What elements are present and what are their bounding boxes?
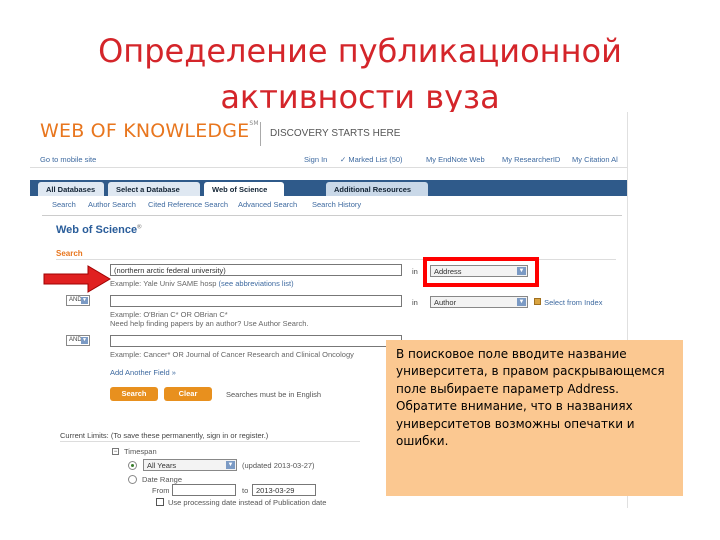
operator-value-row3: AND: [69, 337, 82, 343]
use-processing-label: Use processing date instead of Publicati…: [168, 498, 327, 507]
logo-text: WEB OF KNOWLEDGE: [40, 120, 250, 142]
date-range-label: Date Range: [142, 475, 183, 484]
chevron-down-icon: ▼: [226, 461, 235, 469]
clear-button[interactable]: Clear: [164, 387, 212, 401]
marked-list-link[interactable]: ✓ Marked List (50): [340, 155, 403, 164]
subtab-author-search[interactable]: Author Search: [88, 200, 136, 209]
tagline: DISCOVERY STARTS HERE: [270, 128, 401, 139]
current-limits-title: Current Limits: (To save these permanent…: [60, 431, 269, 440]
subtab-cited-reference[interactable]: Cited Reference Search: [148, 200, 228, 209]
tab-all-databases[interactable]: All Databases: [38, 182, 104, 196]
search-button[interactable]: Search: [110, 387, 158, 401]
to-date-input[interactable]: 2013-03-29: [252, 484, 316, 496]
page-title: Web of Science®: [56, 224, 142, 236]
subtabs-divider: [42, 215, 622, 216]
limits-divider: [60, 441, 360, 442]
english-note: Searches must be in English: [226, 390, 322, 399]
endnote-link[interactable]: My EndNote Web: [426, 155, 485, 164]
abbreviations-link[interactable]: (see abbreviations list): [219, 279, 294, 288]
updated-note: (updated 2013-03-27): [242, 461, 315, 470]
all-years-value: All Years: [147, 461, 177, 470]
researcherid-link[interactable]: My ResearcherID: [502, 155, 560, 164]
field-select-author-value: Author: [434, 298, 457, 307]
chevron-down-icon: ▼: [81, 297, 88, 304]
in-label-row1: in: [412, 267, 418, 276]
operator-select-row3[interactable]: AND ▼: [66, 335, 90, 346]
citation-alerts-link[interactable]: My Citation Al: [572, 155, 618, 164]
search-section-label: Search: [56, 249, 83, 258]
instruction-callout: В поисковое поле вводите название универ…: [386, 340, 683, 496]
search-input-topic[interactable]: (northern arctic federal university): [110, 264, 402, 276]
tab-select-database[interactable]: Select a Database: [108, 182, 200, 196]
logo-mark: SM: [249, 120, 259, 127]
search-input-author[interactable]: [110, 295, 402, 307]
from-label: From: [152, 486, 170, 495]
use-processing-checkbox[interactable]: [156, 498, 164, 506]
example-row1-text: Example: Yale Univ SAME hosp: [110, 279, 217, 288]
example-row3: Example: Cancer* OR Journal of Cancer Re…: [110, 350, 354, 359]
sign-in-link[interactable]: Sign In: [304, 155, 327, 164]
header-divider: [260, 122, 261, 146]
book-icon: [534, 298, 541, 305]
chevron-down-icon: ▼: [517, 298, 526, 306]
example-row2-line1: Example: O'Brian C* OR OBrian C*: [110, 310, 228, 319]
to-label: to: [242, 486, 249, 495]
page-title-mark: ®: [137, 224, 142, 231]
address-highlight-frame: [423, 257, 539, 287]
header: WEB OF KNOWLEDGESM DISCOVERY STARTS HERE: [30, 112, 627, 152]
red-arrow-icon: [43, 265, 111, 293]
slide-title: Определение публикационной активности ву…: [98, 32, 622, 116]
operator-value-row2: AND: [69, 297, 82, 303]
select-from-index-label: Select from Index: [544, 298, 603, 307]
subtab-search[interactable]: Search: [52, 200, 76, 209]
all-years-select[interactable]: All Years ▼: [143, 459, 237, 471]
operator-select-row2[interactable]: AND ▼: [66, 295, 90, 306]
search-input-publication[interactable]: [110, 335, 402, 347]
field-select-author[interactable]: Author ▼: [430, 296, 528, 308]
page-title-text: Web of Science: [56, 224, 138, 236]
date-range-radio[interactable]: [128, 475, 137, 484]
database-tabs: All Databases Select a Database Web of S…: [30, 180, 627, 196]
subtab-advanced-search[interactable]: Advanced Search: [238, 200, 297, 209]
tab-additional-resources[interactable]: Additional Resources: [326, 182, 428, 196]
collapse-icon[interactable]: −: [112, 448, 119, 455]
logo[interactable]: WEB OF KNOWLEDGESM: [40, 120, 259, 142]
add-another-field-link[interactable]: Add Another Field »: [110, 368, 176, 377]
tab-web-of-science[interactable]: Web of Science: [204, 182, 284, 196]
example-row2-line2: Need help finding papers by an author? U…: [110, 319, 309, 328]
subtab-search-history[interactable]: Search History: [312, 200, 361, 209]
example-row1: Example: Yale Univ SAME hosp (see abbrev…: [110, 279, 294, 288]
timespan-label: Timespan: [124, 447, 157, 456]
utility-bar: Go to mobile site Sign In ✓ Marked List …: [30, 152, 627, 168]
mobile-site-link[interactable]: Go to mobile site: [40, 155, 96, 164]
select-from-index-link[interactable]: Select from Index: [534, 298, 602, 307]
in-label-row2: in: [412, 298, 418, 307]
from-date-input[interactable]: [172, 484, 236, 496]
all-years-radio[interactable]: [128, 461, 137, 470]
chevron-down-icon: ▼: [81, 337, 88, 344]
